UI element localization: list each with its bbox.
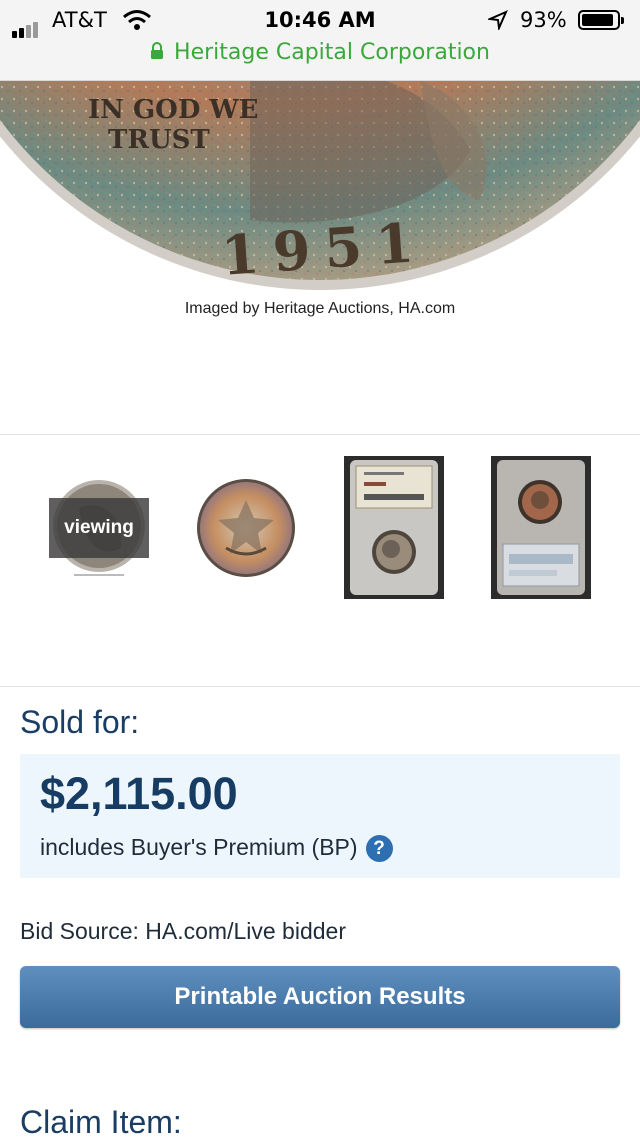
sold-for-heading: Sold for: [20,704,140,740]
buyers-premium-note: includes Buyer's Premium (BP)? [40,834,393,863]
slab-front-thumbnail[interactable] [344,456,444,603]
image-caption: Imaged by Heritage Auctions, HA.com [184,300,456,317]
battery-percent: 93% [520,8,567,32]
site-name: Heritage Capital Corporation [174,40,490,65]
coin-motto-text-2: TRUST [108,125,210,155]
viewing-badge: viewing [49,498,149,558]
buyers-premium-text: includes Buyer's Premium (BP) [40,834,358,860]
printable-auction-results-button[interactable]: Printable Auction Results [20,966,620,1028]
slab-back-thumbnail[interactable] [491,456,591,603]
bid-source: Bid Source: HA.com/Live bidder [20,918,346,944]
battery-icon [578,10,624,30]
slab-back-icon [491,456,591,599]
location-arrow-icon [486,10,508,35]
help-icon[interactable]: ? [365,835,393,863]
address-bar[interactable]: Heritage Capital Corporation [0,40,640,66]
status-bar: AT&T 10:46 AM 93% Heritage Capital Corpo… [0,0,640,81]
coin-reverse-icon [197,479,295,577]
reverse-thumbnail[interactable] [196,478,296,582]
divider [0,686,640,687]
divider [0,434,640,435]
price-box: $2,115.00 includes Buyer's Premium (BP)? [20,754,620,878]
lock-icon [150,41,164,66]
slab-front-icon [344,456,444,599]
coin-motto-text: IN GOD WE [88,95,258,125]
sold-price: $2,115.00 [40,768,238,819]
claim-item-heading: Claim Item: [20,1104,182,1140]
